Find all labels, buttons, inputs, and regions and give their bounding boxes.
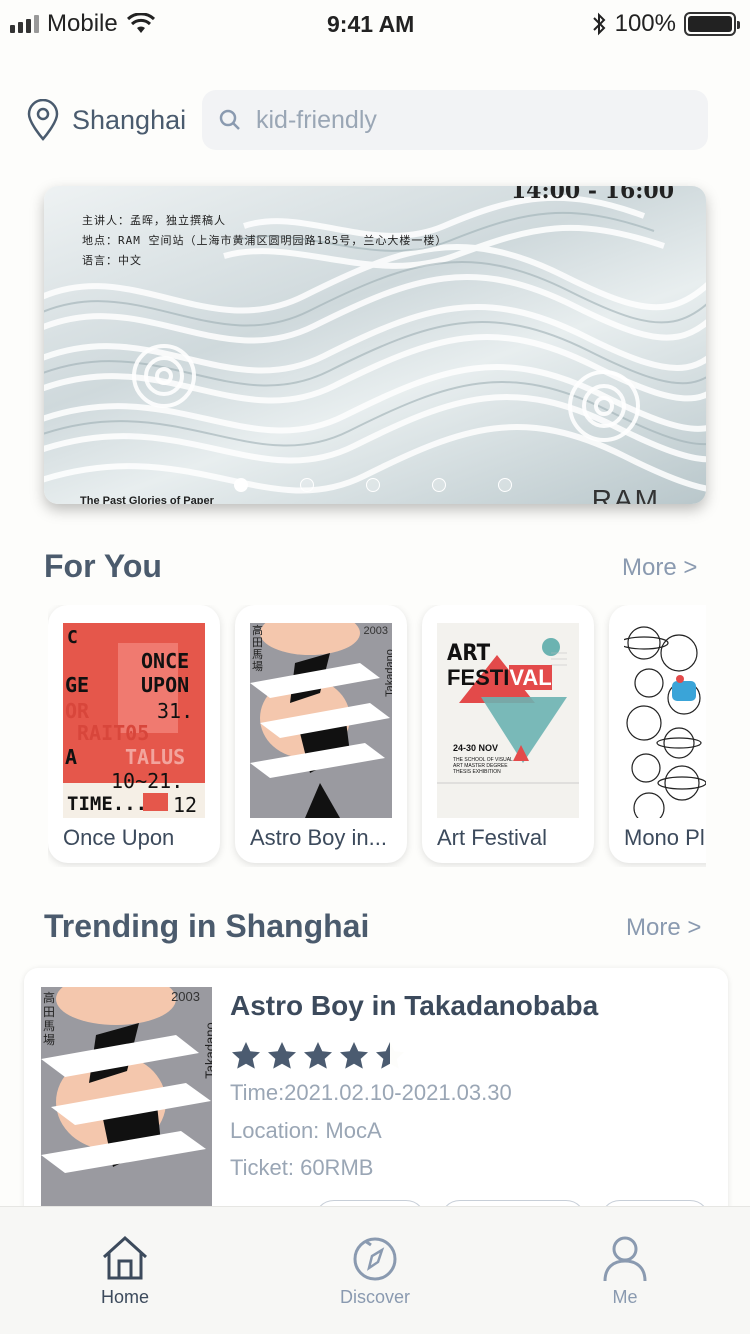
- event-card[interactable]: ART FESTIVAL 24-30 NOV THE SCHOOL OF VIS…: [422, 605, 594, 863]
- poster-subtitle: THE SCHOOL OF VISUAL ART MASTER DEGREE T…: [453, 757, 513, 775]
- battery-group: 100%: [591, 10, 740, 38]
- trending-poster-kanji: 高田馬場: [43, 991, 56, 1047]
- status-bar: Mobile 9:41 AM 100%: [0, 0, 750, 48]
- carousel-dot[interactable]: [432, 478, 446, 492]
- poster-art: ART: [447, 641, 491, 666]
- event-card[interactable]: 2003 高田馬場 Takadano Astro Boy in...: [235, 605, 407, 863]
- tab-me-label: Me: [612, 1287, 638, 1307]
- poster-text-or: OR: [65, 699, 90, 723]
- event-card-label: Mono Pl: [624, 825, 705, 850]
- poster-text-a: A: [65, 745, 78, 769]
- poster-astro-boy: 2003 高田馬場 Takadano: [250, 623, 392, 818]
- poster-text-12: 12: [173, 793, 198, 817]
- star-icon: [304, 1042, 332, 1069]
- search-icon: [219, 109, 240, 130]
- carousel-dot[interactable]: [366, 478, 380, 492]
- banner-brand: RAM: [591, 484, 660, 504]
- trending-event-title: Astro Boy in Takadanobaba: [230, 990, 599, 1021]
- star-icon: [340, 1042, 368, 1069]
- poster-text-rait: RAIT05: [77, 721, 150, 745]
- trending-more-link[interactable]: More >: [626, 914, 701, 942]
- poster-text-time: TIME...: [67, 793, 148, 815]
- for-you-more-link[interactable]: More >: [622, 554, 697, 582]
- trending-poster-art: [41, 987, 212, 1217]
- poster-text-31: 31.: [157, 699, 194, 723]
- wifi-icon: [126, 13, 155, 33]
- poster-kanji: 高田馬場: [252, 625, 263, 673]
- carrier-group: Mobile: [10, 10, 156, 38]
- trending-poster-year: 2003: [171, 989, 200, 1004]
- poster-year: 2003: [363, 625, 388, 637]
- carousel-dots: [234, 478, 512, 492]
- banner-time: 14:00 - 16:00: [510, 186, 674, 204]
- poster-text-talus: TALUS: [125, 745, 186, 769]
- event-card-label: Astro Boy in...: [250, 825, 387, 850]
- battery-label: 100%: [614, 10, 676, 37]
- banner-language: 语言：中文: [82, 254, 142, 267]
- trending-event-card[interactable]: 2003 高田馬場 Takadano Astro Boy in Takadano…: [24, 968, 728, 1228]
- for-you-title: For You: [44, 548, 162, 584]
- poster-mono-planet: [624, 623, 706, 818]
- compass-icon: [353, 1237, 397, 1281]
- tab-home[interactable]: Home: [0, 1207, 250, 1334]
- trending-event-ticket: Ticket: 60RMB: [230, 1155, 374, 1180]
- poster-art-festival: ART FESTIVAL 24-30 NOV THE SCHOOL OF VIS…: [437, 623, 579, 818]
- poster-once-upon: C ONCE GE UPON OR 31. RAIT05 A TALUS 10~…: [63, 623, 205, 818]
- trending-poster: 2003 高田馬場 Takadano: [41, 987, 212, 1217]
- tab-me[interactable]: Me: [500, 1207, 750, 1334]
- home-icon: [102, 1235, 148, 1280]
- banner-footer: The Past Glories of Paper: [80, 495, 214, 504]
- tab-discover[interactable]: Discover: [250, 1207, 500, 1334]
- poster-text-ge: GE: [65, 673, 90, 697]
- poster-astro-art: [250, 623, 392, 818]
- bluetooth-icon: [592, 12, 606, 36]
- bottom-tab-bar: Home Discover Me: [0, 1206, 750, 1334]
- for-you-carousel[interactable]: C ONCE GE UPON OR 31. RAIT05 A TALUS 10~…: [48, 605, 706, 867]
- poster-text-dates: 10~21.: [111, 769, 184, 793]
- event-card-label: Once Upon: [63, 825, 175, 850]
- top-bar: Shanghai kid-friendly: [26, 90, 708, 150]
- status-time: 9:41 AM: [327, 10, 415, 37]
- star-icon: [268, 1042, 296, 1069]
- poster-text-upon: UPON: [141, 673, 190, 697]
- location-pin-icon: [27, 99, 59, 141]
- carrier-label: Mobile: [47, 10, 118, 37]
- poster-dates: 24-30 NOV: [453, 743, 499, 753]
- carousel-dot[interactable]: [300, 478, 314, 492]
- tab-home-label: Home: [100, 1287, 149, 1307]
- search-query: kid-friendly: [256, 105, 377, 134]
- rating-stars: [230, 1040, 406, 1072]
- poster-mono-art: [624, 623, 706, 818]
- signal-icon: [10, 15, 39, 33]
- user-icon: [603, 1236, 647, 1281]
- trending-poster-side: Takadano: [202, 1022, 212, 1079]
- carousel-dot[interactable]: [498, 478, 512, 492]
- trending-title: Trending in Shanghai: [44, 908, 370, 944]
- banner-speaker: 主讲人：孟晖，独立撰稿人: [82, 214, 226, 227]
- star-icon: [376, 1042, 404, 1069]
- tab-discover-label: Discover: [339, 1287, 410, 1307]
- poster-text-once: ONCE: [141, 649, 190, 673]
- event-card-label: Art Festival: [437, 825, 548, 850]
- hero-banner[interactable]: 主讲人：孟晖，独立撰稿人 地点：RAM 空间站（上海市黄浦区圆明园路185号，兰…: [44, 186, 706, 504]
- trending-event-time: Time:2021.02.10-2021.03.30: [230, 1080, 512, 1105]
- search-input[interactable]: kid-friendly: [202, 90, 708, 150]
- trending-event-location: Location: MocA: [230, 1118, 382, 1143]
- event-card[interactable]: C ONCE GE UPON OR 31. RAIT05 A TALUS 10~…: [48, 605, 220, 863]
- poster-text-c: C: [67, 627, 78, 648]
- banner-venue: 地点：RAM 空间站（上海市黄浦区圆明园路185号，兰心大楼一楼）: [82, 234, 448, 247]
- poster-side-text: Takadano: [384, 649, 392, 697]
- event-card[interactable]: Mono Pl: [609, 605, 706, 863]
- location-selector[interactable]: Shanghai: [26, 99, 202, 141]
- star-icon: [232, 1042, 260, 1069]
- poster-festi: FESTI: [447, 665, 510, 690]
- poster-val: VAL: [509, 665, 552, 690]
- battery-icon: [684, 12, 740, 36]
- carousel-dot[interactable]: [234, 478, 248, 492]
- city-label: Shanghai: [72, 104, 187, 135]
